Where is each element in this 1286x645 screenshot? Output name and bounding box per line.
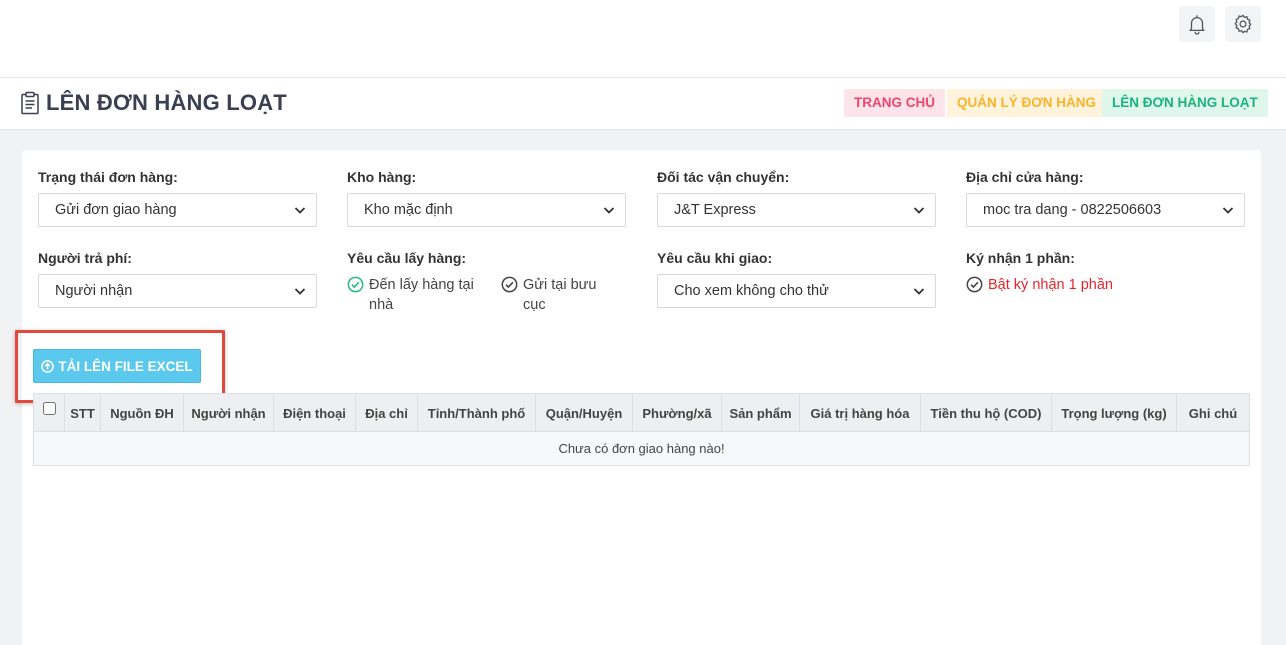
carrier-select[interactable]: J&T Express (657, 193, 936, 227)
column-header: Sản phẩm (722, 394, 800, 432)
select-all-cell (34, 394, 65, 432)
column-header: Phường/xã (633, 394, 722, 432)
orders-table: STT Nguồn ĐH Người nhận Điện thoại Địa c… (33, 393, 1250, 466)
table-empty-message: Chưa có đơn giao hàng nào! (558, 441, 725, 456)
column-header: STT (65, 394, 101, 432)
upload-excel-button[interactable]: TẢI LÊN FILE EXCEL (33, 349, 201, 383)
column-header: Tỉnh/Thành phố (418, 394, 536, 432)
delivery-request-select[interactable]: Cho xem không cho thử (657, 274, 936, 308)
carrier-value: J&T Express (674, 202, 756, 218)
payer-select[interactable]: Người nhận (38, 274, 317, 308)
table-header: STT Nguồn ĐH Người nhận Điện thoại Địa c… (34, 394, 1249, 432)
pickup-option-home[interactable]: Đến lấy hàng tại nhà (347, 275, 487, 315)
warehouse-label: Kho hàng: (347, 169, 417, 185)
check-circle-icon (966, 276, 983, 293)
partial-receipt-toggle[interactable]: Bật ký nhận 1 phần (966, 275, 1166, 295)
column-header: Nguồn ĐH (101, 394, 184, 432)
breadcrumb-home[interactable]: TRANG CHỦ (844, 89, 945, 117)
select-all-checkbox[interactable] (42, 401, 56, 415)
payer-label: Người trả phí: (38, 250, 132, 266)
pickup-option-post-office[interactable]: Gửi tại bưu cục (501, 275, 611, 315)
warehouse-select[interactable]: Kho mặc định (347, 193, 626, 227)
column-header: Trọng lượng (kg) (1052, 394, 1177, 432)
order-status-select[interactable]: Gửi đơn giao hàng (38, 193, 317, 227)
store-address-value: moc tra dang - 0822506603 (983, 202, 1162, 218)
partial-receipt-label: Ký nhận 1 phần: (966, 250, 1075, 266)
warehouse-value: Kho mặc định (364, 202, 453, 218)
delivery-request-value: Cho xem không cho thử (674, 283, 829, 299)
store-address-label: Địa chỉ cửa hàng: (966, 169, 1084, 185)
gear-icon[interactable] (1225, 6, 1261, 42)
column-header: Ghi chú (1188, 405, 1238, 421)
page-title: LÊN ĐƠN HÀNG LOẠT (20, 90, 287, 116)
chevron-down-icon (294, 207, 306, 214)
carrier-label: Đối tác vận chuyển: (657, 169, 790, 185)
column-header: Quận/Huyện (536, 394, 633, 432)
order-status-value: Gửi đơn giao hàng (55, 202, 177, 218)
chevron-down-icon (913, 288, 925, 295)
upload-circle-icon (41, 359, 55, 373)
pickup-option-home-label: Đến lấy hàng tại nhà (369, 277, 474, 313)
chevron-down-icon (603, 207, 615, 214)
column-header: Điện thoại (274, 394, 356, 432)
pickup-label: Yêu cầu lấy hàng: (347, 250, 467, 266)
title-bar: LÊN ĐƠN HÀNG LOẠT TRANG CHỦ QUẢN LÝ ĐƠN … (0, 78, 1286, 130)
chevron-down-icon (913, 207, 925, 214)
payer-value: Người nhận (55, 283, 133, 299)
column-header: Người nhận (184, 394, 274, 432)
column-header: Giá trị hàng hóa (800, 394, 921, 432)
chevron-down-icon (294, 288, 306, 295)
chevron-down-icon (1222, 207, 1234, 214)
order-status-label: Trạng thái đơn hàng: (38, 169, 178, 185)
table-empty-row: Chưa có đơn giao hàng nào! (34, 432, 1249, 465)
bell-icon[interactable] (1179, 6, 1215, 42)
store-address-select[interactable]: moc tra dang - 0822506603 (966, 193, 1245, 227)
column-header: Tiền thu hộ (COD) (921, 394, 1052, 432)
page-title-text: LÊN ĐƠN HÀNG LOẠT (46, 90, 287, 115)
breadcrumb-order-management[interactable]: QUẢN LÝ ĐƠN HÀNG (947, 89, 1107, 117)
upload-excel-label: TẢI LÊN FILE EXCEL (58, 358, 193, 374)
pickup-option-post-office-label: Gửi tại bưu cục (523, 277, 597, 313)
breadcrumb-bulk-order[interactable]: LÊN ĐƠN HÀNG LOẠT (1102, 89, 1268, 117)
partial-receipt-option-label: Bật ký nhận 1 phần (988, 277, 1113, 293)
top-bar (0, 0, 1286, 78)
delivery-request-label: Yêu cầu khi giao: (657, 250, 773, 266)
column-header: Địa chỉ (356, 394, 418, 432)
clipboard-icon (21, 91, 39, 115)
check-circle-icon (347, 276, 364, 293)
check-circle-icon (501, 276, 518, 293)
